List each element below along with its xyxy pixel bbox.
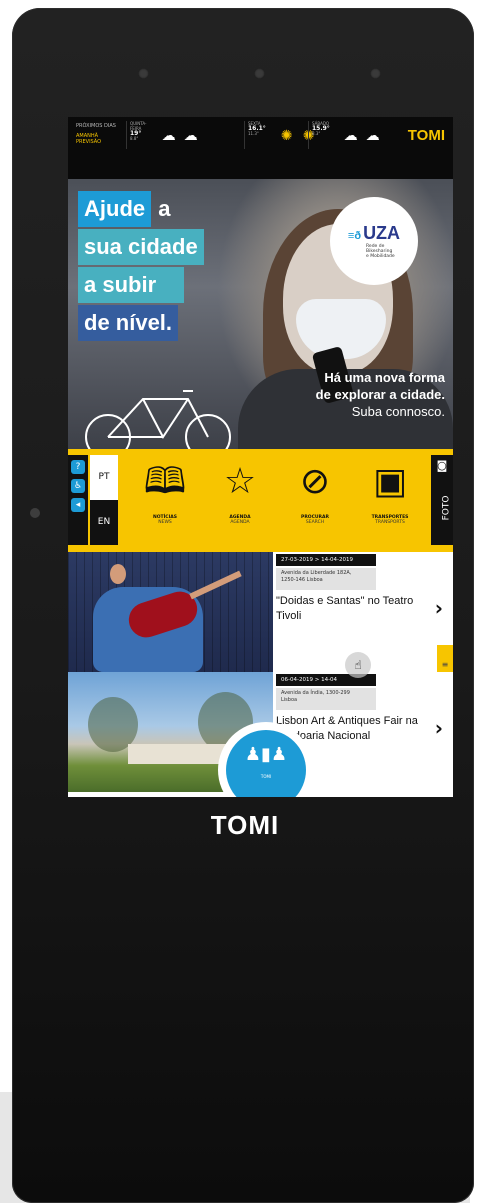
headline-line-4: de nível. <box>78 305 179 341</box>
weather-day: QUINTA-FEIRA 19° 8.8° ☁ ☁ <box>126 121 202 149</box>
headline-line-2: sua cidade <box>78 229 204 265</box>
hero-banner[interactable]: Ajude a sua cidade a subir de nível. ≡ð U… <box>68 179 453 459</box>
headline-line-1: Ajude <box>78 191 152 227</box>
star-icon: ☆ <box>223 461 257 502</box>
event-title: "Doidas e Santas" no Teatro Tivoli <box>276 595 414 622</box>
weather-min: 8.8° <box>130 136 139 141</box>
main-nav: ? ♿ ◂ PT EN 🕮 NOTÍCIAS NEWS ☆ AGENDA AGE… <box>68 449 453 552</box>
camera-icon: ◙ <box>436 459 448 472</box>
cloud-icon: ☁ <box>161 128 176 144</box>
help-icon[interactable]: ? <box>71 460 85 474</box>
chevron-right-icon[interactable]: › <box>435 596 443 620</box>
chevron-right-icon[interactable]: › <box>435 716 443 740</box>
cloud-icon: ☁ <box>183 128 198 144</box>
event-date: 27-03-2019 > 14-04-2019 <box>276 554 376 566</box>
nav-agenda[interactable]: ☆ AGENDA AGENDA <box>208 457 272 525</box>
nav-transports[interactable]: ▣ TRANSPORTES TRANSPORTS <box>358 457 422 525</box>
bicycle-icon: ≡ð <box>347 230 362 242</box>
event-image <box>68 552 273 672</box>
sensor-icon <box>254 68 265 79</box>
accessibility-bar: ? ♿ ◂ <box>68 455 88 545</box>
uza-logo: ≡ð UZA Rede de Bikesharing e Mobilidade <box>330 197 418 285</box>
compass-icon: ⊘ <box>299 461 331 502</box>
lang-en-button[interactable]: EN <box>90 500 118 545</box>
photo-button[interactable]: ◙ FOTO <box>431 455 453 545</box>
weather-min: 11.3° <box>248 131 259 136</box>
weather-day: SÁBADO 15.9° 8.3° ☁ ☁ <box>308 121 384 149</box>
forecast-label: PRÓXIMOS DIAS AMANHÃ PREVISÃO <box>76 123 124 145</box>
nav-search[interactable]: ⊘ PROCURAR SEARCH <box>283 457 347 525</box>
bus-icon: ▣ <box>372 461 407 502</box>
nav-news[interactable]: 🕮 NOTÍCIAS NEWS <box>133 457 197 525</box>
event-card[interactable]: 27-03-2019 > 14-04-2019 Avenida da Liber… <box>68 552 453 672</box>
event-address: Avenida da Liberdade 182A, 1250-146 Lisb… <box>276 568 376 590</box>
headline-line-3: a subir <box>78 267 185 303</box>
language-switch: PT EN <box>90 455 118 545</box>
wheelchair-icon[interactable]: ♿ <box>71 479 85 493</box>
kiosk-screen: PRÓXIMOS DIAS AMANHÃ PREVISÃO QUINTA-FEI… <box>68 117 453 797</box>
bicycle-icon <box>85 390 231 459</box>
lang-pt-button[interactable]: PT <box>90 455 118 500</box>
speaker-icon <box>30 508 40 518</box>
volume-icon[interactable]: ◂ <box>71 498 85 512</box>
scroll-hand-icon[interactable]: ☝ <box>345 652 371 678</box>
people-icon: ♟▮♟ <box>244 744 288 765</box>
cloud-icon: ☁ <box>343 128 358 144</box>
tomi-logo: TOMI <box>407 127 445 144</box>
weather-bar: PRÓXIMOS DIAS AMANHÃ PREVISÃO QUINTA-FEI… <box>68 117 453 179</box>
weather-min: 8.3° <box>312 131 321 136</box>
kiosk-brand-logo: TOMI <box>210 810 280 840</box>
sun-icon: ✺ <box>280 128 293 144</box>
headline-line-1b: a <box>158 196 171 221</box>
book-icon: 🕮 <box>143 461 187 502</box>
event-address: Avenida da Índia, 1300-299 Lisboa <box>276 688 376 710</box>
sensor-icon <box>370 68 381 79</box>
cloud-icon: ☁ <box>365 128 380 144</box>
forecast-title: PRÓXIMOS DIAS <box>76 123 116 129</box>
forecast-highlight: AMANHÃ PREVISÃO <box>76 133 102 145</box>
sensor-icon <box>138 68 149 79</box>
hero-tagline: Há uma nova forma de explorar a cidade. … <box>315 370 445 419</box>
